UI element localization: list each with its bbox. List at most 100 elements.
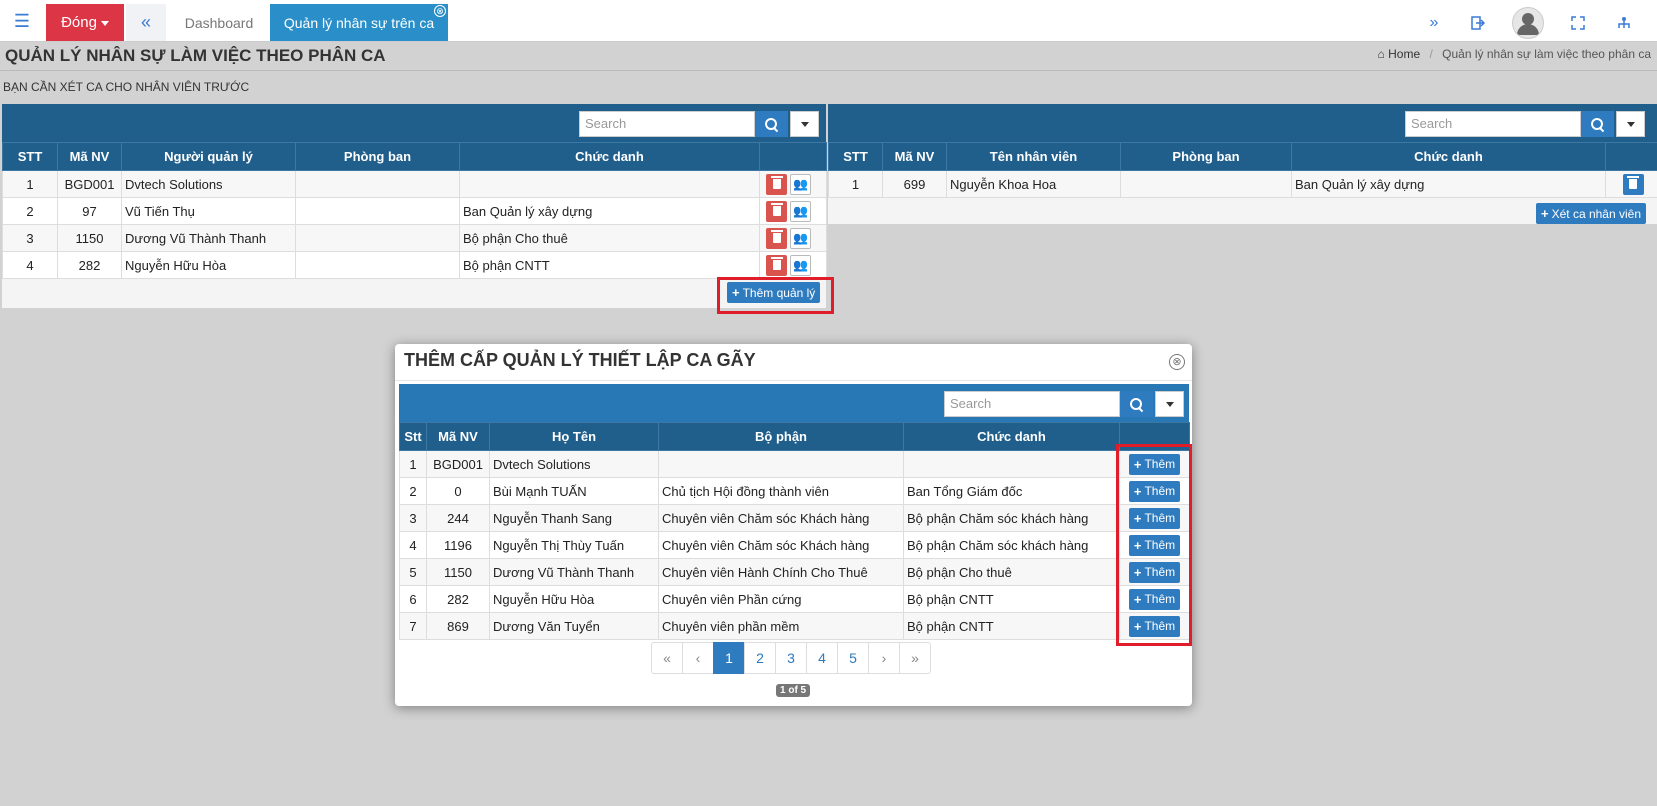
- cell-stt: 4: [399, 531, 427, 559]
- cell-employee-name: Nguyễn Khoa Hoa: [946, 170, 1121, 198]
- page-next[interactable]: ›: [868, 642, 900, 674]
- search-icon[interactable]: [1581, 111, 1614, 137]
- col-ma-nv[interactable]: Mã NV: [57, 142, 122, 171]
- double-chevron-left-icon[interactable]: «: [126, 4, 166, 41]
- tab-shift-staff[interactable]: Quản lý nhân sự trên ca ⊗: [270, 4, 448, 41]
- page-3[interactable]: 3: [775, 642, 807, 674]
- cell-title: Ban Quản lý xây dựng: [1291, 170, 1606, 198]
- pagination: « ‹ 1 2 3 4 5 › »: [651, 642, 931, 674]
- close-dropdown-button[interactable]: Đóng: [46, 4, 124, 41]
- page-1[interactable]: 1: [713, 642, 745, 674]
- users-icon[interactable]: 👥: [790, 173, 811, 195]
- hamburger-icon[interactable]: ☰: [0, 0, 44, 42]
- cell-ma-nv: 699: [882, 170, 947, 198]
- chevron-down-icon[interactable]: [1155, 391, 1184, 417]
- search-icon[interactable]: [755, 111, 788, 137]
- col-actions: [759, 142, 827, 171]
- cell-department: Chuyên viên Chăm sóc Khách hàng: [658, 504, 904, 532]
- managers-panel: Search STT Mã NV Người quản lý Phòng ban…: [2, 104, 827, 308]
- cell-ma-nv: BGD001: [57, 170, 122, 198]
- cell-department: [295, 224, 460, 252]
- cell-actions: 👥: [759, 170, 827, 198]
- fullscreen-icon[interactable]: [1556, 4, 1600, 41]
- col-ma-nv[interactable]: Mã NV: [882, 142, 947, 171]
- modal-search-input[interactable]: Search: [944, 391, 1120, 417]
- table-row: 3 1150 Dương Vũ Thành Thanh Bộ phận Cho …: [2, 224, 827, 252]
- modal-table: Stt Mã NV Họ Tên Bộ phận Chức danh 1 BGD…: [399, 422, 1190, 640]
- col-manager[interactable]: Người quản lý: [121, 142, 296, 171]
- breadcrumb-home[interactable]: ⌂ Home: [1378, 47, 1424, 61]
- cell-stt: 3: [2, 224, 58, 252]
- cell-ma-nv: BGD001: [426, 450, 490, 478]
- cell-manager: Vũ Tiến Thụ: [121, 197, 296, 225]
- cell-title: [459, 170, 760, 198]
- col-stt[interactable]: Stt: [399, 422, 427, 451]
- employees-panel: Search STT Mã NV Tên nhân viên Phòng ban…: [828, 104, 1657, 224]
- chevron-down-icon[interactable]: [1616, 111, 1645, 137]
- table-row: 1 BGD001 Dvtech Solutions + Thêm: [399, 450, 1190, 478]
- col-title[interactable]: Chức danh: [903, 422, 1120, 451]
- cell-department: Chuyên viên phần mềm: [658, 612, 904, 640]
- cell-ma-nv: 0: [426, 477, 490, 505]
- tab-dashboard[interactable]: Dashboard: [170, 4, 268, 41]
- users-icon[interactable]: 👥: [790, 200, 811, 222]
- cell-title: Bộ phận CNTT: [903, 612, 1120, 640]
- col-title[interactable]: Chức danh: [459, 142, 760, 171]
- delete-icon[interactable]: [766, 254, 787, 276]
- cell-ma-nv: 244: [426, 504, 490, 532]
- cell-full-name: Dvtech Solutions: [489, 450, 659, 478]
- employees-search-input[interactable]: Search: [1405, 111, 1581, 137]
- delete-icon[interactable]: [766, 227, 787, 249]
- cell-actions: [1605, 170, 1657, 198]
- page-last[interactable]: »: [899, 642, 931, 674]
- users-icon[interactable]: 👥: [790, 227, 811, 249]
- col-stt[interactable]: STT: [2, 142, 58, 171]
- cell-manager: Dvtech Solutions: [121, 170, 296, 198]
- cell-department: Chuyên viên Chăm sóc Khách hàng: [658, 531, 904, 559]
- cell-full-name: Nguyễn Thị Thùy Tuấn: [489, 531, 659, 559]
- managers-search-input[interactable]: Search: [579, 111, 755, 137]
- modal-toolbar: Search: [399, 384, 1189, 422]
- chevron-down-icon[interactable]: [790, 111, 819, 137]
- close-icon[interactable]: ⊗: [1169, 354, 1185, 370]
- col-department[interactable]: Bộ phận: [658, 422, 904, 451]
- top-bar: ☰ Đóng « Dashboard Quản lý nhân sự trên …: [0, 0, 1657, 42]
- page-first[interactable]: «: [651, 642, 683, 674]
- page-4[interactable]: 4: [806, 642, 838, 674]
- user-avatar[interactable]: [1506, 4, 1550, 41]
- delete-icon[interactable]: [766, 173, 787, 195]
- cell-title: Bộ phận Cho thuê: [903, 558, 1120, 586]
- col-employee-name[interactable]: Tên nhân viên: [946, 142, 1121, 171]
- cell-full-name: Nguyễn Hữu Hòa: [489, 585, 659, 613]
- col-title[interactable]: Chức danh: [1291, 142, 1606, 171]
- double-chevron-right-icon[interactable]: »: [1412, 4, 1456, 41]
- search-icon[interactable]: [1120, 391, 1153, 417]
- assign-shift-button[interactable]: + Xét ca nhân viên: [1536, 203, 1646, 224]
- cell-stt: 1: [2, 170, 58, 198]
- caret-down-icon: [100, 21, 109, 26]
- close-tab-icon[interactable]: ⊗: [434, 5, 446, 17]
- col-full-name[interactable]: Họ Tên: [489, 422, 659, 451]
- users-icon[interactable]: 👥: [790, 254, 811, 276]
- delete-icon[interactable]: [1622, 173, 1644, 195]
- close-dropdown-label: Đóng: [61, 14, 97, 31]
- delete-icon[interactable]: [766, 200, 787, 222]
- logout-icon[interactable]: [1456, 4, 1500, 41]
- col-department[interactable]: Phòng ban: [1120, 142, 1292, 171]
- table-row: 1 BGD001 Dvtech Solutions 👥: [2, 170, 827, 198]
- col-department[interactable]: Phòng ban: [295, 142, 460, 171]
- col-stt[interactable]: STT: [828, 142, 883, 171]
- page-2[interactable]: 2: [744, 642, 776, 674]
- page-5[interactable]: 5: [837, 642, 869, 674]
- page-prev[interactable]: ‹: [682, 642, 714, 674]
- table-row: 4 282 Nguyễn Hữu Hòa Bộ phận CNTT 👥: [2, 251, 827, 279]
- managers-table: STT Mã NV Người quản lý Phòng ban Chức d…: [2, 142, 827, 279]
- cell-actions: 👥: [759, 197, 827, 225]
- cell-full-name: Dương Vũ Thành Thanh: [489, 558, 659, 586]
- col-ma-nv[interactable]: Mã NV: [426, 422, 490, 451]
- cell-stt: 4: [2, 251, 58, 279]
- table-row: 4 1196 Nguyễn Thị Thùy Tuấn Chuyên viên …: [399, 531, 1190, 559]
- cell-department: [295, 197, 460, 225]
- org-chart-icon[interactable]: [1602, 4, 1646, 41]
- table-row: 1 699 Nguyễn Khoa Hoa Ban Quản lý xây dự…: [828, 170, 1657, 198]
